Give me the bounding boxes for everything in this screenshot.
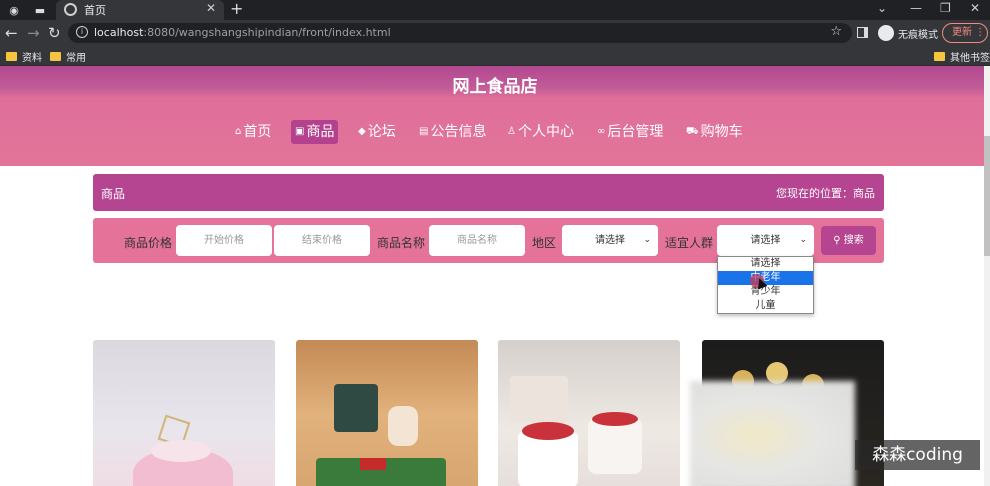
incognito-label: 无痕模式 [898,30,938,41]
page-scrollbar[interactable] [984,66,990,486]
breadcrumb: 商品 您现在的位置：商品 [93,174,884,211]
graduation-cap-icon: ◆ [358,126,366,137]
incognito-icon[interactable] [878,25,894,41]
gift-icon: ▣ [295,126,305,137]
search-button[interactable]: ⚲ 搜索 [821,226,876,255]
section-title: 商品 [101,187,126,201]
product-card-image[interactable] [296,340,478,486]
nav-item-profile[interactable]: ♙ 个人中心 [507,120,574,144]
close-icon[interactable]: ✕ [206,1,216,15]
bookmark-folder-1[interactable]: 资料 [6,49,42,64]
tab-title: 首页 [84,4,106,17]
region-select[interactable]: 请选择 ⌄ [562,225,658,256]
blurred-region [690,381,855,486]
min-price-input[interactable] [176,225,272,256]
chevron-down-icon[interactable]: ⌄ [877,1,887,15]
minimize-button[interactable]: — [910,1,922,15]
nav-item-home[interactable]: ⌂ 首页 [235,120,271,144]
chevron-down-icon: ⌄ [799,235,807,245]
watermark-label: 森森coding [855,440,980,470]
dropdown-option[interactable]: 请选择 [718,257,813,271]
home-icon: ⌂ [235,126,242,137]
address-bar[interactable]: i localhost:8080/wangshangshipindian/fro… [68,23,852,43]
nav-item-notices[interactable]: ▤ 公告信息 [419,120,486,144]
product-card-image[interactable] [498,340,680,486]
tab-search-icon[interactable]: ▬ [32,2,48,18]
dropdown-option[interactable]: 青少年 [718,285,813,299]
forward-arrow-icon[interactable]: → [27,24,40,42]
globe-icon [64,3,77,16]
product-name-input[interactable] [429,225,525,256]
folder-icon [6,52,17,61]
main-nav: ⌂ 首页 ▣ 商品 ◆ 论坛 ▤ 公告信息 ♙ 个人中心 ∞ 后台管理 ⛟ 购物车 [0,119,990,145]
folder-icon [50,52,61,61]
new-tab-button[interactable]: + [230,0,243,18]
user-icon: ♙ [507,126,516,137]
info-icon[interactable]: i [76,26,88,38]
browser-tab-active[interactable]: 首页 ✕ [56,0,224,20]
search-icon: ⚲ [833,235,841,246]
nav-item-admin[interactable]: ∞ 后台管理 [597,120,663,144]
back-arrow-icon[interactable]: ← [5,24,18,42]
link-icon: ∞ [597,126,606,137]
browser-menu-icon[interactable]: ◉ [6,2,22,18]
url-text[interactable]: localhost:8080/wangshangshipindian/front… [94,26,391,39]
dropdown-option[interactable]: 儿童 [718,299,813,313]
audience-select[interactable]: 请选择 ⌄ [717,225,814,256]
update-button[interactable]: 更新 ⋮ [942,23,988,43]
site-title: 网上食品店 [452,77,538,97]
side-panel-icon[interactable] [857,27,868,38]
price-label: 商品价格 [124,236,173,250]
star-icon[interactable]: ☆ [830,24,842,39]
bookmark-folder-2[interactable]: 常用 [50,49,86,64]
product-name-label: 商品名称 [377,236,426,250]
chevron-down-icon: ⌄ [643,235,651,245]
page-viewport: 网上食品店 ⌂ 首页 ▣ 商品 ◆ 论坛 ▤ 公告信息 ♙ 个人中心 ∞ 后台管理 ⛟ 购物车 [0,66,990,486]
cart-icon: ⛟ [686,126,699,137]
nav-item-cart[interactable]: ⛟ 购物车 [686,120,743,144]
folder-icon [934,52,945,61]
close-window-button[interactable]: ✕ [970,1,980,15]
nav-item-products[interactable]: ▣ 商品 [291,120,339,144]
product-card-image[interactable] [93,340,275,486]
browser-tab-strip: ◉ ▬ 首页 ✕ + ⌄ — ❐ ✕ [0,0,990,20]
bookmarks-bar: 资料 常用 其他书签 [0,46,990,66]
reload-icon[interactable]: ↻ [48,24,61,42]
region-label: 地区 [532,236,557,250]
current-location: 您现在的位置：商品 [776,187,875,200]
other-bookmarks[interactable]: 其他书签 [934,49,990,64]
site-header: 网上食品店 ⌂ 首页 ▣ 商品 ◆ 论坛 ▤ 公告信息 ♙ 个人中心 ∞ 后台管理 ⛟ 购物车 [0,66,990,166]
notice-icon: ▤ [419,126,429,137]
nav-item-forum[interactable]: ◆ 论坛 [358,120,396,144]
address-toolbar: ← → ↻ i localhost:8080/wangshangshipindi… [0,20,990,46]
max-price-input[interactable] [274,225,370,256]
restore-button[interactable]: ❐ [940,1,951,15]
audience-label: 适宜人群 [665,236,714,250]
